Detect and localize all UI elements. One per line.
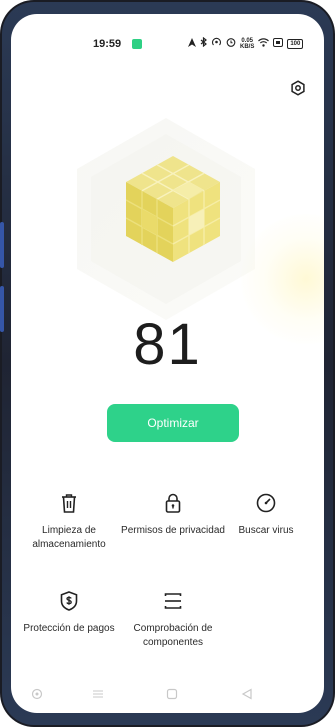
components-icon bbox=[160, 588, 186, 614]
tool-payment-protection[interactable]: Protección de pagos bbox=[17, 588, 121, 636]
trash-icon bbox=[56, 490, 82, 516]
tool-label: Buscar virus bbox=[238, 525, 294, 536]
tool-label: Limpieza de almacenamiento bbox=[32, 525, 106, 550]
status-time: 19:59 bbox=[93, 38, 122, 50]
nav-back-button[interactable] bbox=[238, 685, 256, 703]
settings-hexagon-icon bbox=[291, 80, 305, 96]
battery-icon: 100 bbox=[287, 38, 304, 49]
tool-label: Permisos de privacidad bbox=[121, 525, 225, 536]
location-icon bbox=[188, 37, 196, 50]
gauge-icon bbox=[253, 490, 279, 516]
bluetooth-icon bbox=[200, 36, 207, 50]
lock-icon bbox=[160, 490, 186, 516]
nav-home-button[interactable] bbox=[163, 685, 181, 703]
circle-icon bbox=[31, 688, 43, 700]
optimization-score: 81 bbox=[133, 312, 202, 377]
tool-storage-cleanup[interactable]: Limpieza de almacenamiento bbox=[17, 490, 121, 552]
nav-menu-button[interactable] bbox=[89, 685, 107, 703]
navigation-bar bbox=[11, 681, 324, 707]
volume-down-button bbox=[0, 286, 4, 332]
optimize-button[interactable]: Optimizar bbox=[107, 404, 239, 442]
network-speed-value: 0.05 bbox=[241, 37, 254, 44]
status-icons: 0.05 KB/S 100 bbox=[188, 36, 304, 50]
wifi-icon bbox=[258, 37, 270, 50]
cube-icon bbox=[126, 156, 220, 262]
tool-privacy-permissions[interactable]: Permisos de privacidad bbox=[121, 490, 225, 538]
nfc-icon bbox=[273, 37, 284, 50]
battery-level: 100 bbox=[290, 40, 301, 47]
tool-component-check[interactable]: Comprobación de componentes bbox=[121, 588, 225, 650]
volume-up-button bbox=[0, 222, 4, 268]
app-notification-icon bbox=[132, 39, 142, 49]
phone-frame: 19:59 0.05 KB/S 100 81 Optimizar Limpiez… bbox=[0, 0, 335, 727]
nav-circle-button[interactable] bbox=[28, 685, 46, 703]
alarm-icon bbox=[226, 37, 236, 50]
tool-virus-scan[interactable]: Buscar virus bbox=[214, 490, 318, 538]
hotspot-icon bbox=[211, 37, 222, 50]
screen: 19:59 0.05 KB/S 100 81 Optimizar Limpiez… bbox=[11, 14, 324, 713]
menu-icon bbox=[93, 690, 103, 698]
back-triangle-icon bbox=[241, 688, 252, 700]
tool-label: Protección de pagos bbox=[23, 623, 115, 634]
network-speed-unit: KB/S bbox=[240, 43, 255, 50]
network-speed: 0.05 KB/S bbox=[240, 38, 254, 50]
settings-button[interactable] bbox=[288, 78, 308, 98]
tool-label: Comprobación de componentes bbox=[133, 623, 213, 648]
dollar-shield-icon bbox=[56, 588, 82, 614]
status-bar: 19:59 0.05 KB/S 100 bbox=[11, 36, 324, 52]
home-square-icon bbox=[166, 688, 178, 700]
